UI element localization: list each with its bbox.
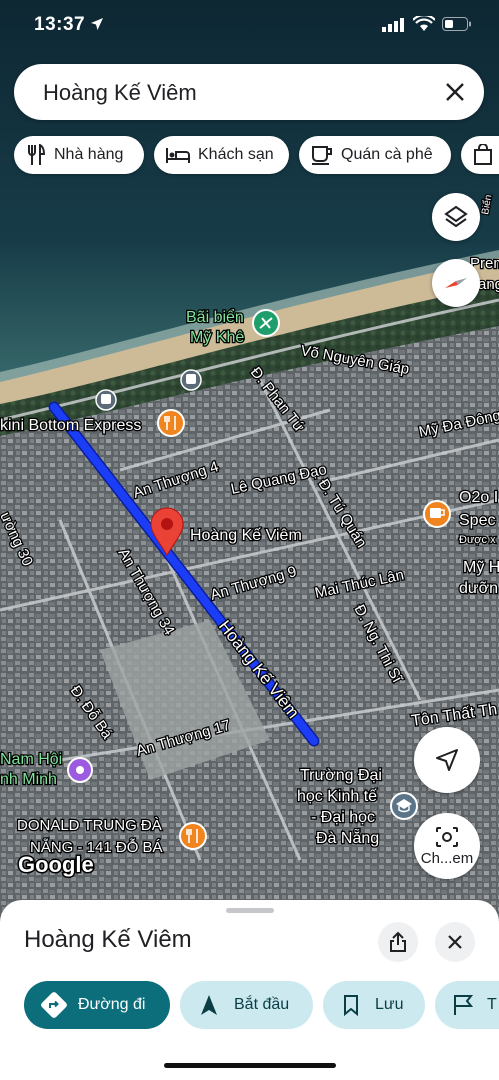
chip-restaurants[interactable]: Nhà hàng <box>14 136 144 174</box>
poi-label-o2o-1: O2o I <box>459 489 498 506</box>
start-button[interactable]: Bắt đầu <box>180 981 313 1029</box>
lens-button[interactable]: Ch...em <box>414 813 480 879</box>
directions-icon <box>41 992 67 1018</box>
home-indicator[interactable] <box>164 1063 336 1068</box>
navigation-arrow-icon <box>201 995 217 1015</box>
camera-lens-icon <box>436 826 458 847</box>
layers-icon <box>444 205 468 228</box>
place-title: Hoàng Kế Viêm <box>24 926 192 953</box>
category-chips: Nhà hàng Khách sạn Quán cà phê <box>14 136 499 174</box>
share-button[interactable] <box>378 922 418 962</box>
place-poi-icon[interactable] <box>67 757 93 783</box>
poi-label-my-h-1: Mỹ H <box>463 559 499 576</box>
poi-label-truong-4: Đà Nẵng <box>316 828 379 847</box>
save-label: Lưu <box>375 996 404 1013</box>
poi-label-donald-1: DONALD TRUNG ĐÀ <box>17 817 162 834</box>
status-bar: 13:37 <box>0 0 499 52</box>
bus-stop-icon[interactable] <box>95 389 117 411</box>
poi-label-truong-3: - Đại học <box>311 809 375 826</box>
location-arrow-icon <box>91 18 103 30</box>
layers-button[interactable] <box>432 193 480 241</box>
compass-icon <box>445 278 467 288</box>
bookmark-icon <box>344 995 358 1016</box>
navigation-arrow-icon <box>436 749 458 771</box>
poi-label-my-h-2: dưỡn <box>459 580 498 597</box>
chip-label: Khách sạn <box>198 146 274 163</box>
start-label: Bắt đầu <box>234 996 290 1013</box>
share-icon <box>390 931 406 952</box>
bus-stop-icon[interactable] <box>180 369 202 391</box>
beach-poi-icon[interactable] <box>252 309 280 337</box>
restaurant-icon <box>28 144 46 165</box>
pin-label: Hoàng Kế Viêm <box>190 527 302 544</box>
chip-shopping[interactable] <box>461 136 499 174</box>
battery-icon <box>442 17 471 31</box>
status-time: 13:37 <box>34 14 86 35</box>
search-query[interactable]: Hoàng Kế Viêm <box>43 80 197 106</box>
poi-label-truong-1: Trường Đại <box>300 767 382 784</box>
chip-hotels[interactable]: Khách sạn <box>154 136 289 174</box>
compass-button[interactable] <box>432 259 480 307</box>
hotel-icon <box>166 148 190 163</box>
flag-icon <box>454 995 473 1015</box>
poi-label-nam-hoi: Nam Hội <box>0 751 62 768</box>
sheet-drag-handle[interactable] <box>226 908 274 913</box>
beach-label-2: Mỹ Khê <box>190 329 244 346</box>
label-button[interactable]: T <box>435 981 499 1029</box>
shopping-bag-icon <box>474 144 492 165</box>
search-bar[interactable]: Hoàng Kế Viêm <box>14 64 484 120</box>
directions-button[interactable]: Đường đi <box>24 981 170 1029</box>
chip-label: Quán cà phê <box>341 146 433 163</box>
directions-label: Đường đi <box>78 996 146 1013</box>
chip-label: Nhà hàng <box>54 146 124 163</box>
poi-label-o2o-3: Được x <box>459 534 496 546</box>
close-icon[interactable] <box>444 81 466 103</box>
lens-label: Ch...em <box>420 849 474 867</box>
restaurant-poi-icon[interactable] <box>157 409 185 437</box>
poi-label-truong-2: học Kinh tế <box>297 788 377 805</box>
poi-label-premier-2: ang <box>478 276 499 293</box>
beach-label: Bãi biển <box>186 308 244 326</box>
university-poi-icon[interactable] <box>390 792 418 820</box>
label-label: T <box>487 996 497 1013</box>
cellular-signal-icon <box>382 18 404 32</box>
poi-label-nh-minh: nh Minh <box>0 771 57 788</box>
poi-label-bikini-bottom: kini Bottom Express <box>0 417 141 434</box>
restaurant-poi-icon[interactable] <box>179 822 207 850</box>
close-sheet-button[interactable] <box>435 922 475 962</box>
save-button[interactable]: Lưu <box>323 981 425 1029</box>
poi-label-o2o-2: Spec <box>459 512 495 529</box>
close-icon <box>448 935 462 949</box>
cafe-icon <box>312 146 332 165</box>
chip-cafes[interactable]: Quán cà phê <box>299 136 451 174</box>
cafe-poi-icon[interactable] <box>423 500 451 528</box>
wifi-icon <box>413 16 435 31</box>
google-logo: Google <box>18 852 94 877</box>
my-location-button[interactable] <box>414 727 480 793</box>
